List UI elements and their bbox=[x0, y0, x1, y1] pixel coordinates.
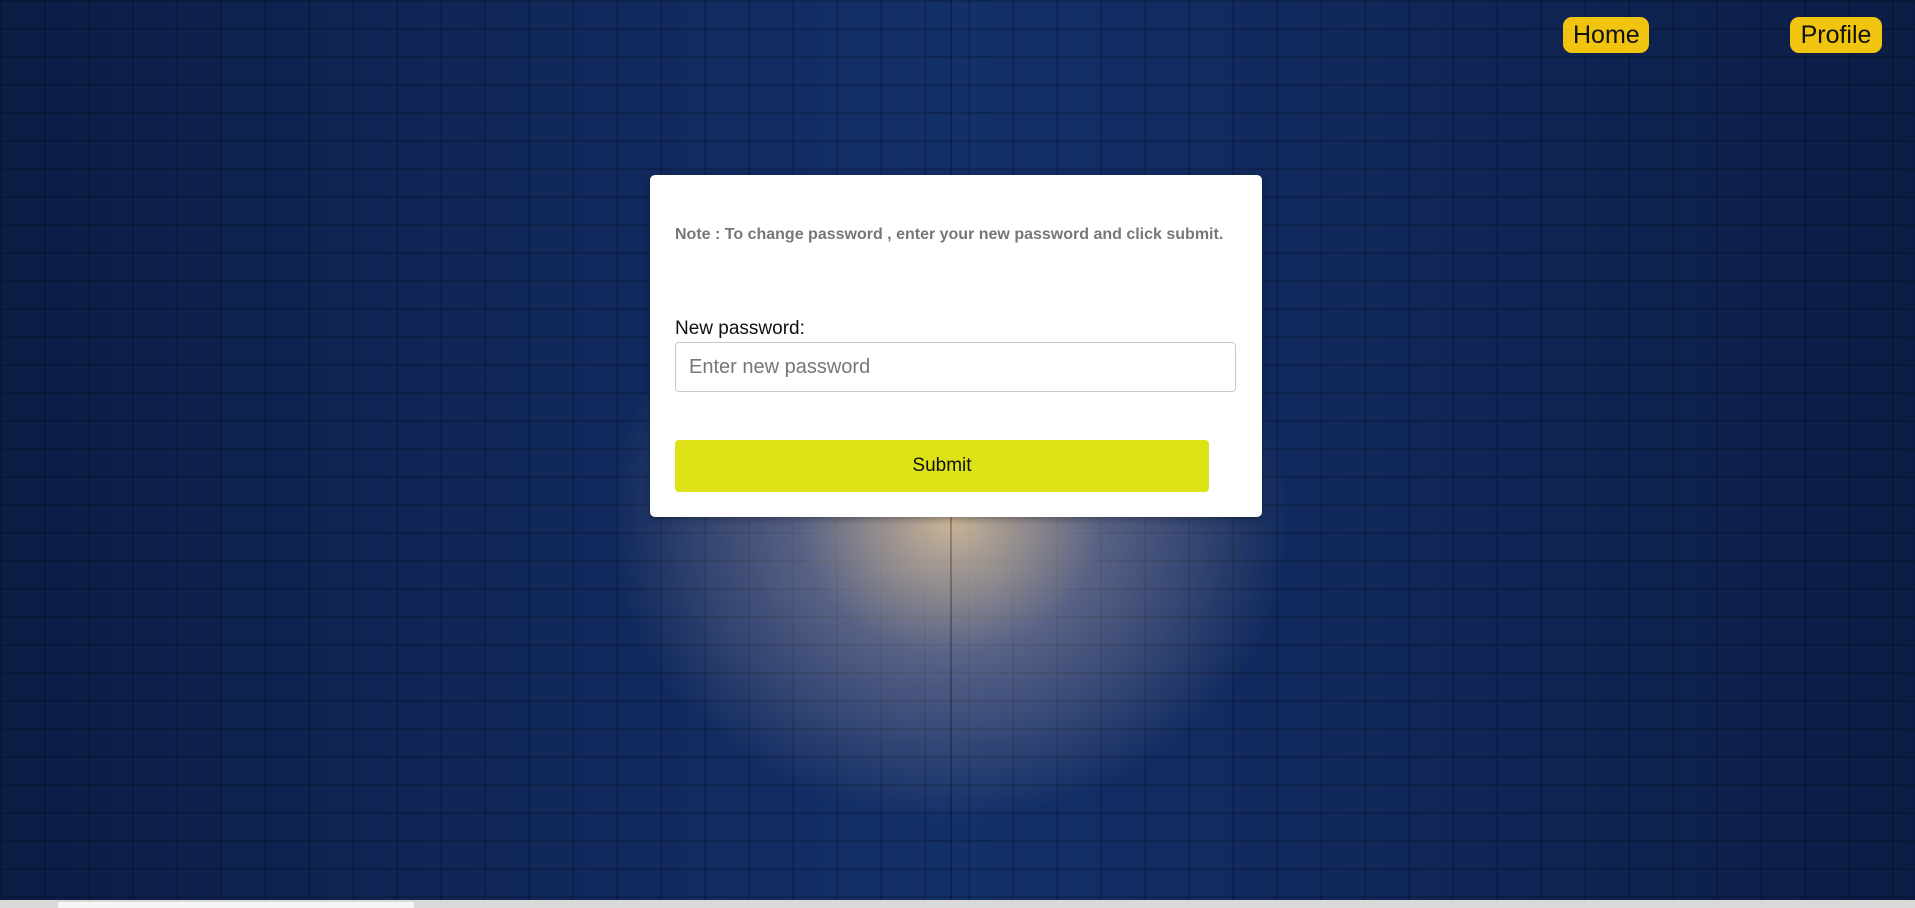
submit-button[interactable]: Submit bbox=[675, 440, 1209, 492]
instruction-note: Note : To change password , enter your n… bbox=[675, 226, 1224, 243]
new-password-input[interactable] bbox=[675, 342, 1236, 392]
new-password-label: New password: bbox=[675, 318, 805, 339]
profile-button[interactable]: Profile bbox=[1790, 17, 1882, 53]
change-password-card: Note : To change password , enter your n… bbox=[650, 175, 1262, 517]
horizontal-scrollbar-thumb[interactable] bbox=[58, 902, 414, 908]
home-button[interactable]: Home bbox=[1563, 17, 1649, 53]
